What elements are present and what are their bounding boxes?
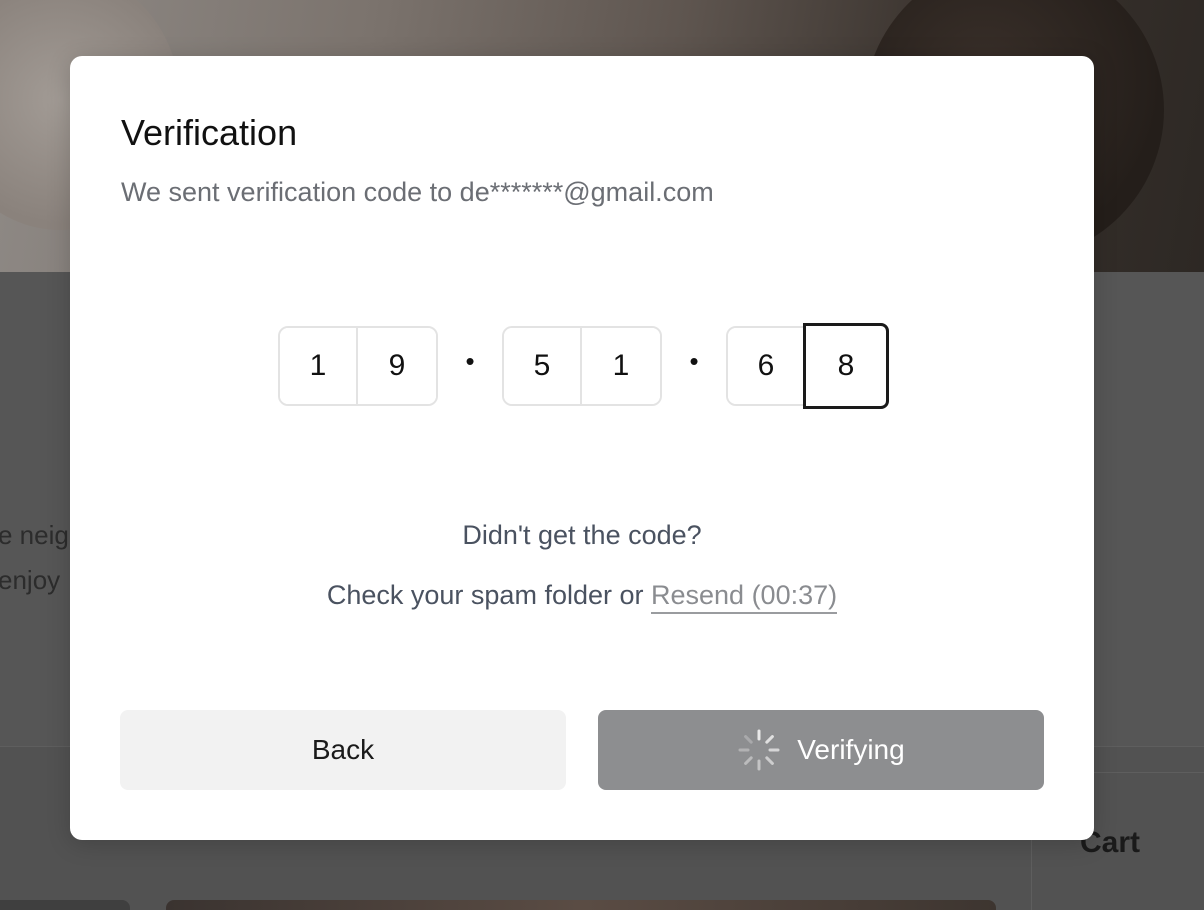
code-group: 6 8 [726,323,889,409]
code-digit-field[interactable]: 1 [582,328,660,404]
resend-link[interactable]: Resend (00:37) [651,580,838,614]
code-group: 5 1 [502,326,662,406]
resend-help-line: Check your spam folder or Resend (00:37) [70,580,1094,614]
verify-button[interactable]: Verifying [598,710,1044,790]
product-thumbnail [0,900,130,910]
resend-question: Didn't get the code? [462,520,702,550]
code-group: 1 9 [278,326,438,406]
verify-button-label: Verifying [797,734,905,765]
code-digit-field[interactable]: 1 [280,328,358,404]
background-text-line: enjoy [0,565,61,595]
loading-spinner-icon [738,729,780,771]
code-separator: • [465,345,475,376]
code-digit-field-active[interactable]: 8 [803,323,889,409]
code-digit-field[interactable]: 5 [504,328,582,404]
dialog-title: Verification [121,112,298,153]
code-separator: • [689,345,699,376]
code-digit-field[interactable]: 9 [358,328,436,404]
back-button-label: Back [311,734,375,765]
background-text-line: e neig [0,520,69,550]
resend-help-text: Check your spam folder or [326,580,651,610]
back-button[interactable]: Back [120,710,566,790]
verification-code-input: 1 9 • 5 1 • 6 8 [278,323,889,409]
dialog-subtitle: We sent verification code to de*******@g… [121,177,714,207]
verification-dialog: Verification We sent verification code t… [70,56,1094,840]
product-thumbnail [166,900,996,910]
code-digit-field[interactable]: 6 [728,328,806,404]
